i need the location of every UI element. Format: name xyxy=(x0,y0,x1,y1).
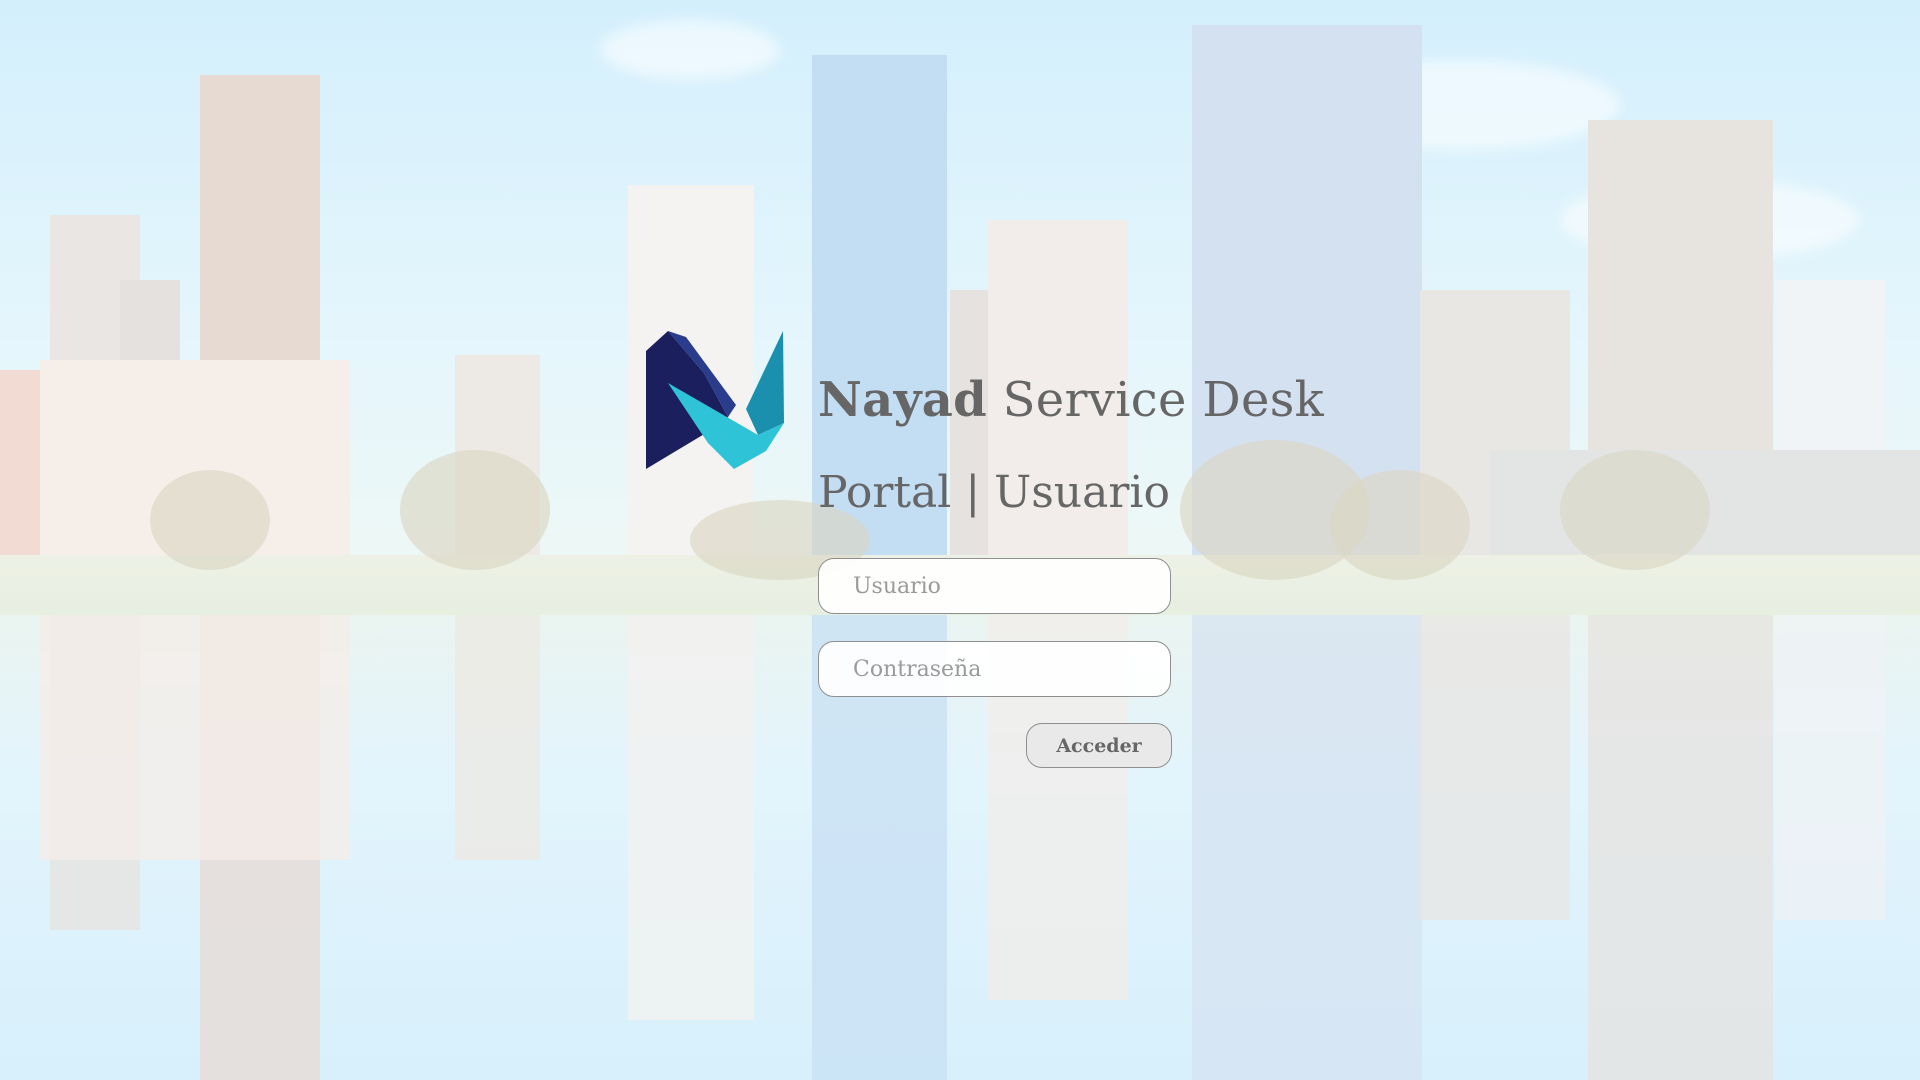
portal-subtitle: Portal | Usuario xyxy=(818,467,1170,518)
brand-name-rest: Service Desk xyxy=(987,372,1325,428)
logo-teal-shape xyxy=(746,331,784,435)
login-submit-button[interactable]: Acceder xyxy=(1026,723,1172,768)
username-input[interactable] xyxy=(818,558,1171,614)
brand-name-bold: Nayad xyxy=(818,372,988,428)
background-cityscape xyxy=(0,0,1920,1080)
background-overlay xyxy=(0,0,1920,1080)
password-input[interactable] xyxy=(818,641,1171,697)
nayad-logo-icon xyxy=(646,331,784,469)
brand-title: Nayad Service Desk xyxy=(818,372,1324,428)
